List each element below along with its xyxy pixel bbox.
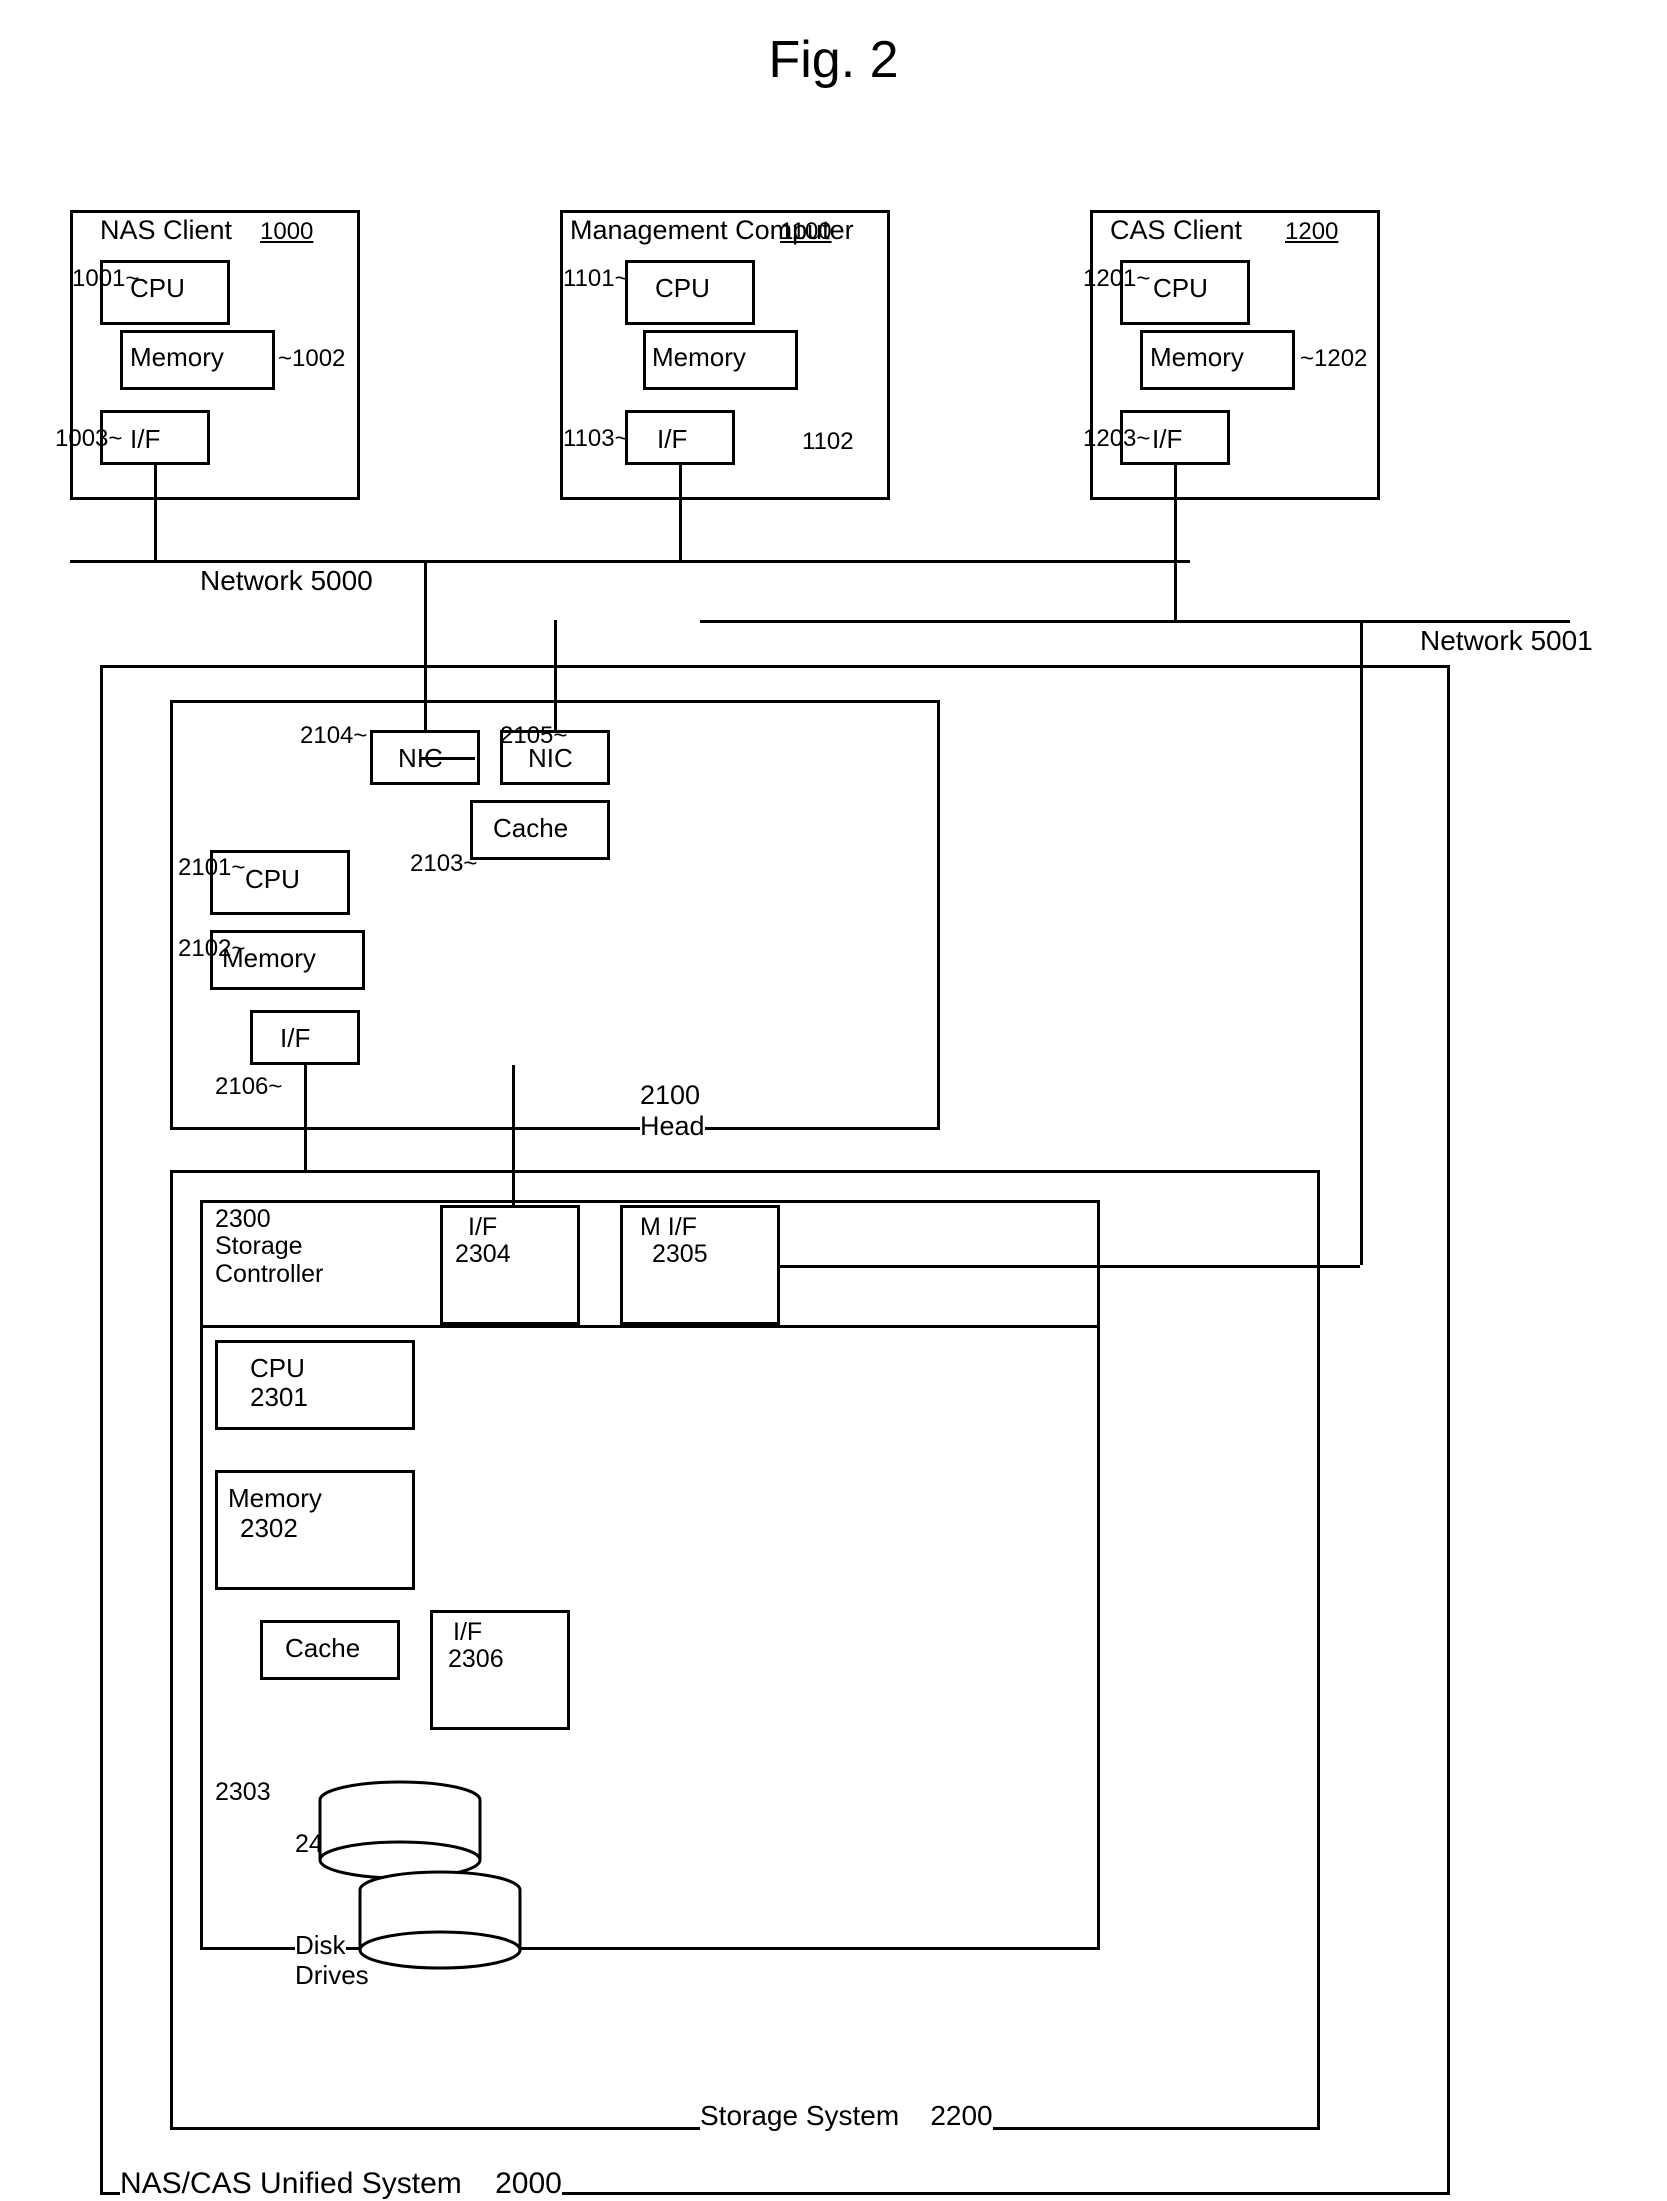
storage-ctrl-label2: Controller	[215, 1260, 323, 1289]
nas-to-net-line	[154, 465, 157, 560]
head-if-to-storage-line	[304, 1065, 307, 1185]
disk-label: Disk	[295, 1930, 346, 1961]
cas-to-net-line	[1174, 465, 1177, 620]
nic-cache-hline	[420, 757, 475, 760]
storage-if2-label: M I/F	[640, 1213, 697, 1242]
nas-client-label: NAS Client	[100, 215, 232, 246]
nic2-ref: 2105~	[500, 722, 567, 750]
network5001-label: Network 5001	[1420, 625, 1593, 657]
diagram-area: NAS Client 1000 CPU 1001~ Memory ~1002 I…	[0, 110, 1667, 2170]
nic1-ref: 2104~	[300, 722, 367, 750]
storage-sys-ref-text: 2200	[930, 2100, 992, 2131]
mgmt-to-net-line	[679, 465, 682, 560]
nas-client-ref: 1000	[260, 218, 313, 246]
storage-ctrl-label: Storage	[215, 1232, 303, 1261]
storage-mem-ref: 2302	[240, 1513, 298, 1544]
nic1-to-net-line	[424, 560, 427, 730]
storage-system-label: Storage System 2200	[700, 2100, 993, 2132]
storage-if3-ref: 2306	[448, 1645, 504, 1674]
storage-if3-label: I/F	[453, 1618, 482, 1647]
cas-if-ref: 1203~	[1083, 425, 1150, 453]
head-mem-ref: 2102~	[178, 935, 245, 963]
mgmt-cpu-label: CPU	[655, 273, 710, 304]
head-text: Head	[640, 1111, 705, 1141]
head-storage-vline	[512, 1065, 515, 1205]
storage-cpu-box	[215, 1340, 415, 1430]
nas-cpu-ref: 1001~	[72, 265, 139, 293]
mgmt-if-ref2: 1102	[802, 428, 854, 456]
nic2-to-net-line	[554, 620, 557, 730]
cas-if-label: I/F	[1152, 424, 1182, 455]
mgmt-cpu-ref: 1101~	[563, 265, 629, 293]
head-storage-hline	[305, 1170, 515, 1173]
storage-cpu-ref: 2301	[250, 1382, 308, 1413]
head-if-ref: 2106~	[215, 1073, 282, 1101]
network5001-line	[700, 620, 1570, 623]
disk-cylinder1	[310, 1780, 490, 1880]
nas-mem-label: Memory	[130, 342, 224, 373]
storage-cache-label: Cache	[285, 1633, 360, 1664]
figure-title: Fig. 2	[0, 0, 1667, 110]
head-label: 2100 Head	[640, 1080, 705, 1142]
cas-mem-ref: ~1202	[1300, 345, 1367, 373]
disk-ref2303: 2303	[215, 1778, 271, 1807]
cas-net5001-h	[1174, 620, 1199, 623]
head-cpu-label: CPU	[245, 864, 300, 895]
unified-system-label: NAS/CAS Unified System 2000	[120, 2167, 562, 2201]
mif-to-net5001-v	[1360, 620, 1363, 1265]
head-ref: 2100	[640, 1080, 700, 1110]
head-cache-label: Cache	[493, 813, 568, 844]
head-if-label: I/F	[280, 1023, 310, 1054]
storage-sys-label-text: Storage System	[700, 2100, 899, 2131]
nas-mem-ref: ~1002	[278, 345, 345, 373]
head-cpu-ref: 2101~	[178, 854, 245, 882]
storage-mem-label: Memory	[228, 1483, 322, 1514]
nas-if-ref: 1003~	[55, 425, 122, 453]
mgmt-if-ref: 1103~	[563, 425, 629, 453]
cas-mem-label: Memory	[1150, 342, 1244, 373]
head-cache-ref: 2103~	[410, 850, 477, 878]
mif-to-net5001-h	[780, 1265, 1360, 1268]
storage-cpu-label: CPU	[250, 1353, 305, 1384]
nic1-net5000-h	[154, 560, 429, 563]
storage-if1-label: I/F	[468, 1213, 497, 1242]
unified-label-text: NAS/CAS Unified System	[120, 2167, 462, 2200]
mgmt-if-label: I/F	[657, 424, 687, 455]
mgmt-mem-label: Memory	[652, 342, 746, 373]
unified-ref-text: 2000	[495, 2167, 562, 2200]
nas-if-label: I/F	[130, 424, 160, 455]
cas-ref: 1200	[1285, 218, 1338, 246]
storage-if2-ref: 2305	[652, 1240, 708, 1269]
storage-if1-ref: 2304	[455, 1240, 511, 1269]
cas-cpu-ref: 1201~	[1083, 265, 1150, 293]
cas-cpu-label: CPU	[1153, 273, 1208, 304]
mgmt-ref: 1100	[780, 218, 832, 246]
storage-ctrl-sep	[200, 1325, 1100, 1328]
cas-label: CAS Client	[1110, 215, 1242, 246]
network5000-label: Network 5000	[200, 565, 373, 597]
disk-cylinder2	[350, 1870, 530, 1970]
storage-ctrl-ref: 2300	[215, 1205, 271, 1234]
